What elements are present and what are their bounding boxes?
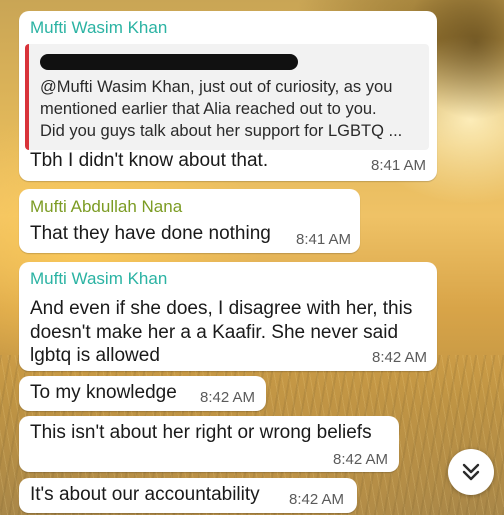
- scroll-to-bottom-button[interactable]: [448, 449, 494, 495]
- quote-text-line: mentioned earlier that Alia reached out …: [40, 100, 377, 118]
- message-time: 8:41 AM: [296, 231, 352, 248]
- quote-text-line: Did you guys talk about her support for …: [40, 122, 403, 140]
- chat-message-list[interactable]: Mufti Wasim Khan @Mufti Wasim Khan, just…: [0, 0, 504, 515]
- double-chevron-down-icon: [462, 463, 480, 481]
- message-time: 8:42 AM: [200, 389, 256, 406]
- message-bubble[interactable]: To my knowledge 8:42 AM: [19, 376, 266, 411]
- sender-name[interactable]: Mufti Abdullah Nana: [30, 197, 182, 217]
- sender-name[interactable]: Mufti Wasim Khan: [30, 269, 167, 289]
- message-text: This isn't about her right or wrong beli…: [30, 422, 372, 443]
- message-text: That they have done nothing: [30, 223, 271, 244]
- sender-name[interactable]: Mufti Wasim Khan: [30, 18, 167, 38]
- message-text: To my knowledge: [30, 382, 177, 403]
- message-time: 8:42 AM: [372, 349, 428, 366]
- message-time: 8:42 AM: [289, 491, 345, 508]
- message-time: 8:42 AM: [333, 451, 389, 468]
- message-bubble[interactable]: This isn't about her right or wrong beli…: [19, 416, 399, 472]
- message-time: 8:41 AM: [371, 157, 427, 174]
- message-bubble[interactable]: Mufti Abdullah Nana That they have done …: [19, 189, 360, 253]
- message-text: Tbh I didn't know about that.: [30, 150, 269, 171]
- message-text: lgbtq is allowed: [30, 345, 160, 366]
- quoted-message[interactable]: @Mufti Wasim Khan, just out of curiosity…: [25, 44, 429, 150]
- redacted-quote-sender: [40, 54, 298, 70]
- message-text: doesn't make her a a Kaafir. She never s…: [30, 322, 399, 343]
- quote-text-line: @Mufti Wasim Khan, just out of curiosity…: [40, 78, 393, 96]
- message-bubble[interactable]: It's about our accountability 8:42 AM: [19, 478, 357, 513]
- message-text: And even if she does, I disagree with he…: [30, 298, 413, 319]
- message-text: It's about our accountability: [30, 484, 260, 505]
- message-bubble[interactable]: Mufti Wasim Khan And even if she does, I…: [19, 262, 437, 371]
- message-bubble[interactable]: Mufti Wasim Khan @Mufti Wasim Khan, just…: [19, 11, 437, 181]
